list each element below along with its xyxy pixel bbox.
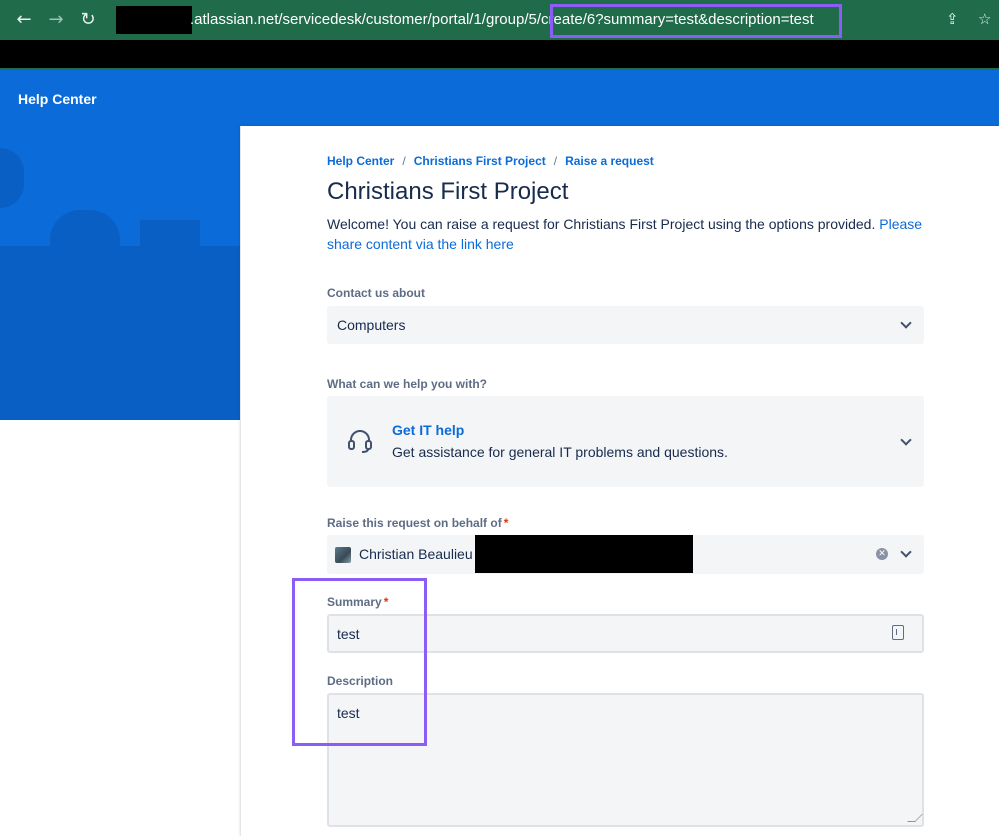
breadcrumb-raise-request[interactable]: Raise a request: [565, 154, 654, 168]
name-redaction: [475, 535, 693, 573]
help-label: What can we help you with?: [327, 377, 488, 391]
star-icon[interactable]: ☆: [978, 10, 991, 28]
help-center-title[interactable]: Help Center: [18, 91, 97, 107]
url-redaction: [116, 6, 192, 34]
behalf-label: Raise this request on behalf of *: [327, 516, 508, 530]
chevron-down-icon: [900, 317, 912, 329]
request-type-select[interactable]: Get IT help Get assistance for general I…: [327, 396, 924, 487]
breadcrumb-project[interactable]: Christians First Project: [414, 154, 546, 168]
breadcrumb: Help Center / Christians First Project / Rai…: [327, 154, 654, 168]
contact-select[interactable]: Computers: [327, 306, 924, 344]
welcome-message: Welcome! You can raise a request for Chr…: [327, 214, 927, 254]
breadcrumb-separator: /: [553, 154, 558, 168]
browser-toolbar: ← → ↻ .atlassian.net/servicedesk/custome…: [0, 0, 999, 40]
url-annotation-box: [550, 4, 842, 38]
headset-icon: [348, 430, 372, 453]
banner-skyline-shape: [50, 210, 120, 250]
autofill-icon[interactable]: [892, 625, 904, 640]
form-annotation-box: [292, 578, 427, 746]
behalf-label-text: Raise this request on behalf of: [327, 516, 502, 530]
banner-skyline-shape: [140, 220, 200, 250]
behalf-select-value: Christian Beaulieu: [359, 546, 473, 562]
behalf-select[interactable]: Christian Beaulieu ✕: [327, 535, 924, 574]
arrow-right-icon[interactable]: →: [44, 8, 68, 32]
breadcrumb-separator: /: [402, 154, 406, 168]
contact-label: Contact us about: [327, 286, 425, 300]
required-marker: *: [503, 516, 509, 530]
page-background: [0, 420, 240, 830]
reload-icon[interactable]: ↻: [76, 8, 100, 32]
banner-skyline-shape: [0, 246, 240, 420]
contact-select-value: Computers: [337, 317, 406, 333]
page-title: Christians First Project: [327, 178, 569, 205]
welcome-text: Welcome! You can raise a request for Chr…: [327, 216, 880, 232]
avatar: [335, 547, 351, 563]
chevron-down-icon: [900, 434, 912, 446]
chevron-down-icon: [900, 546, 912, 558]
bookmarks-bar-redaction: [0, 40, 999, 68]
breadcrumb-help-center[interactable]: Help Center: [327, 154, 394, 168]
clear-icon[interactable]: ✕: [876, 548, 888, 560]
arrow-left-icon[interactable]: ←: [12, 8, 36, 32]
request-type-description: Get assistance for general IT problems a…: [392, 444, 728, 460]
resize-handle-icon[interactable]: [907, 814, 923, 822]
request-type-title: Get IT help: [392, 422, 465, 438]
banner-cloud-shape: [0, 148, 24, 208]
share-icon[interactable]: ⇪: [946, 10, 959, 28]
